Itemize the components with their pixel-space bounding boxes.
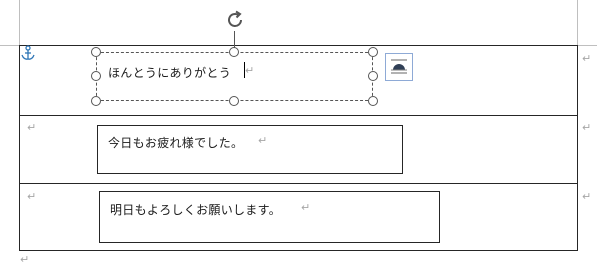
anchor-icon[interactable] xyxy=(20,45,36,61)
selected-textbox[interactable]: ほんとうにありがとう ↵ xyxy=(100,56,369,97)
resize-handle-bottom-left[interactable] xyxy=(91,96,101,106)
left-margin-guide xyxy=(19,0,20,45)
right-margin-guide xyxy=(577,0,578,45)
cell-paragraph-mark-2: ↵ xyxy=(27,121,37,134)
resize-handle-top-middle[interactable] xyxy=(229,47,239,57)
textbox-text-1[interactable]: ほんとうにありがとう xyxy=(108,64,231,81)
resize-handle-bottom-right[interactable] xyxy=(368,96,378,106)
resize-handle-top-left[interactable] xyxy=(91,47,101,57)
row-end-mark-1: ↵ xyxy=(582,52,592,65)
resize-handle-bottom-middle[interactable] xyxy=(229,96,239,106)
top-margin-guide xyxy=(0,45,19,46)
textbox-2[interactable]: 今日もお疲れ様でした。 ↵ xyxy=(97,125,403,174)
document-end-paragraph-mark: ↵ xyxy=(20,253,30,266)
textbox-paragraph-mark-2: ↵ xyxy=(258,134,268,147)
resize-handle-middle-right[interactable] xyxy=(368,71,378,81)
textbox-text-2[interactable]: 今日もお疲れ様でした。 xyxy=(108,134,243,151)
row-end-mark-2: ↵ xyxy=(582,121,592,134)
textbox-paragraph-mark-1: ↵ xyxy=(245,64,255,77)
rotate-handle-icon[interactable] xyxy=(223,8,247,32)
resize-handle-top-right[interactable] xyxy=(368,47,378,57)
table-row-divider-2 xyxy=(19,183,578,184)
text-cursor xyxy=(244,62,245,78)
table-row-divider-1 xyxy=(19,115,578,116)
textbox-text-3[interactable]: 明日もよろしくお願いします。 xyxy=(110,201,281,218)
top-margin-guide-right xyxy=(577,45,597,46)
layout-options-button[interactable] xyxy=(385,53,413,81)
textbox-3[interactable]: 明日もよろしくお願いします。 ↵ xyxy=(99,191,440,243)
resize-handle-middle-left[interactable] xyxy=(91,71,101,81)
textbox-paragraph-mark-3: ↵ xyxy=(301,201,311,214)
layout-options-icon xyxy=(391,59,407,74)
cell-paragraph-mark-3: ↵ xyxy=(27,190,37,203)
row-end-mark-3: ↵ xyxy=(582,190,592,203)
